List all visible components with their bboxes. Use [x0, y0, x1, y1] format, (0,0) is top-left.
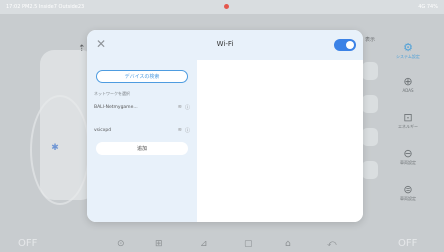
- background-display-label: 表示: [365, 37, 376, 43]
- dialog-header: ✕ Wi-Fi: [87, 30, 363, 60]
- defrost-icon[interactable]: ⊿: [200, 239, 208, 249]
- network-item[interactable]: vsicxpd ≋ ⓘ: [94, 125, 190, 135]
- network-name: vsicxpd: [94, 127, 112, 133]
- wifi-toggle[interactable]: [334, 39, 356, 51]
- background-item-card: [362, 95, 378, 113]
- adas-icon: ⊕: [403, 75, 413, 88]
- rail-item-vehicle-settings[interactable]: ⊜ 車両設定: [380, 184, 436, 202]
- info-icon[interactable]: ⓘ: [185, 104, 190, 111]
- add-network-button[interactable]: 追加: [96, 142, 188, 155]
- fan-icon[interactable]: ⊞: [155, 239, 163, 249]
- background-item-card: [362, 62, 378, 80]
- wifi-dialog: ✕ Wi-Fi デバイスの検索 ネットワークを選択 BALI-Netmygame…: [87, 30, 363, 222]
- network-detail-pane: [197, 60, 363, 222]
- network-name: BALI-Netmygame...: [94, 104, 138, 110]
- select-network-label: ネットワークを選択: [94, 91, 130, 96]
- status-right-text: 4G 74%: [418, 4, 438, 10]
- vehicle-settings-icon: ⊜: [403, 183, 413, 196]
- notification-dot: [224, 4, 229, 9]
- info-icon[interactable]: ⓘ: [185, 127, 190, 134]
- vehicle-icon: ⊖: [403, 147, 413, 160]
- seat-icon[interactable]: ⊙: [117, 239, 125, 249]
- background-dial: [30, 95, 90, 205]
- window-icon[interactable]: ▢: [244, 239, 253, 249]
- background-item-card: [362, 161, 378, 179]
- climate-left-off[interactable]: OFF: [18, 238, 37, 249]
- rail-item-adas[interactable]: ⊕ ADAS: [380, 75, 436, 94]
- search-devices-button[interactable]: デバイスの検索: [96, 70, 188, 83]
- arrow-up-icon: ⇡: [78, 44, 86, 54]
- wifi-signal-icon: ≋: [177, 104, 182, 110]
- status-left-text: 17:02 PM2.5 Inside7 Outside23: [6, 4, 85, 10]
- toggle-knob: [346, 41, 354, 49]
- rail-item-energy[interactable]: ⊡ エネルギー: [380, 112, 436, 130]
- settings-icon: ⚙: [403, 41, 413, 54]
- background-item-card: [362, 128, 378, 146]
- rail-item-vehicle[interactable]: ⊖ 車両設定: [380, 148, 436, 166]
- rail-item-system-settings[interactable]: ⚙ システム設定: [380, 42, 436, 60]
- right-rail: ⚙ システム設定 ⊕ ADAS ⊡ エネルギー ⊖ 車両設定 ⊜ 車両設定: [380, 40, 440, 225]
- home-icon[interactable]: ⌂: [285, 239, 291, 249]
- climate-right-off[interactable]: OFF: [398, 238, 417, 249]
- bluetooth-icon: ✱: [51, 143, 59, 153]
- network-list-pane: デバイスの検索 ネットワークを選択 BALI-Netmygame... ≋ ⓘ …: [87, 60, 197, 222]
- dialog-title: Wi-Fi: [216, 40, 234, 48]
- back-icon[interactable]: ⤺: [327, 239, 337, 249]
- network-item[interactable]: BALI-Netmygame... ≋ ⓘ: [94, 102, 190, 112]
- energy-icon: ⊡: [403, 111, 413, 124]
- wifi-signal-icon: ≋: [177, 127, 182, 133]
- status-bar: 17:02 PM2.5 Inside7 Outside23 4G 74%: [0, 0, 444, 14]
